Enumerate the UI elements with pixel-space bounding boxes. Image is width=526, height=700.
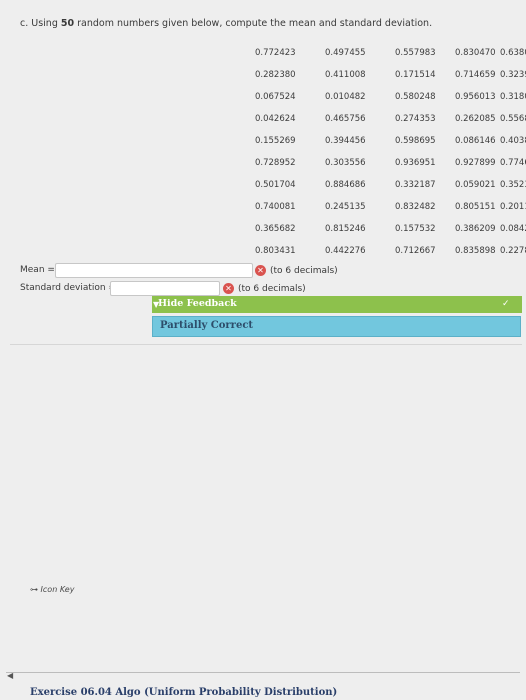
number-cell: 0.386209 <box>455 224 496 234</box>
icon-key-label: Icon Key <box>40 585 75 594</box>
number-cell: 0.155269 <box>255 136 296 146</box>
number-cell: 0.927899 <box>455 158 496 168</box>
partially-correct-label: Partially Correct <box>160 320 254 331</box>
number-cell: 0.728952 <box>255 158 296 168</box>
footer-divider <box>6 672 520 673</box>
number-cell: 0.936951 <box>395 158 436 168</box>
number-cell: 0.201173 <box>500 202 526 212</box>
arrow-left-icon[interactable]: ◀ <box>7 671 13 680</box>
number-cell: 0.411008 <box>325 70 366 80</box>
number-cell: 0.580248 <box>395 92 436 102</box>
number-cell: 0.835898 <box>455 246 496 256</box>
number-cell: 0.772423 <box>255 48 296 58</box>
number-cell: 0.323995 <box>500 70 526 80</box>
number-cell: 0.010482 <box>325 92 366 102</box>
number-cell: 0.556846 <box>500 114 526 124</box>
number-cell: 0.245135 <box>325 202 366 212</box>
key-icon: ⊶ <box>30 585 38 594</box>
x-circle-icon: ✕ <box>223 283 234 294</box>
icon-key-link[interactable]: ⊶ Icon Key <box>30 585 74 594</box>
mean-input[interactable] <box>55 263 253 278</box>
number-cell: 0.638073 <box>500 48 526 58</box>
number-cell: 0.403859 <box>500 136 526 146</box>
sd-input[interactable] <box>110 281 220 296</box>
x-circle-icon: ✕ <box>255 265 266 276</box>
number-cell: 0.501704 <box>255 180 296 190</box>
number-cell: 0.557983 <box>395 48 436 58</box>
number-cell: 0.714659 <box>455 70 496 80</box>
number-cell: 0.303556 <box>325 158 366 168</box>
number-cell: 0.262085 <box>455 114 496 124</box>
number-cell: 0.171514 <box>395 70 436 80</box>
number-cell: 0.365682 <box>255 224 296 234</box>
number-cell: 0.465756 <box>325 114 366 124</box>
number-cell: 0.740081 <box>255 202 296 212</box>
number-cell: 0.274353 <box>395 114 436 124</box>
number-cell: 0.884686 <box>325 180 366 190</box>
number-cell: 0.598695 <box>395 136 436 146</box>
number-cell: 0.157532 <box>395 224 436 234</box>
number-cell: 0.352317 <box>500 180 526 190</box>
hide-feedback-label[interactable]: Hide Feedback <box>158 298 237 309</box>
number-cell: 0.282380 <box>255 70 296 80</box>
feedback-toggle-icon[interactable]: ✓ <box>502 299 510 309</box>
number-cell: 0.497455 <box>325 48 366 58</box>
number-cell: 0.815246 <box>325 224 366 234</box>
exercise-title: Exercise 06.04 Algo (Uniform Probability… <box>30 687 338 698</box>
divider <box>10 344 522 345</box>
number-cell: 0.332187 <box>395 180 436 190</box>
mean-label: Mean = <box>20 265 55 275</box>
mean-hint: (to 6 decimals) <box>270 266 338 276</box>
number-cell: 0.830470 <box>455 48 496 58</box>
number-cell: 0.774663 <box>500 158 526 168</box>
question-text: c. Using 50 random numbers given below, … <box>20 18 433 29</box>
number-cell: 0.712667 <box>395 246 436 256</box>
number-cell: 0.956013 <box>455 92 496 102</box>
number-cell: 0.832482 <box>395 202 436 212</box>
number-cell: 0.084286 <box>500 224 526 234</box>
number-cell: 0.318063 <box>500 92 526 102</box>
number-cell: 0.803431 <box>255 246 296 256</box>
sd-hint: (to 6 decimals) <box>238 284 306 294</box>
number-cell: 0.442276 <box>325 246 366 256</box>
number-cell: 0.227801 <box>500 246 526 256</box>
number-cell: 0.805151 <box>455 202 496 212</box>
number-cell: 0.394456 <box>325 136 366 146</box>
number-cell: 0.042624 <box>255 114 296 124</box>
number-cell: 0.059021 <box>455 180 496 190</box>
number-cell: 0.086146 <box>455 136 496 146</box>
sd-label: Standard deviation = <box>20 283 117 293</box>
number-cell: 0.067524 <box>255 92 296 102</box>
